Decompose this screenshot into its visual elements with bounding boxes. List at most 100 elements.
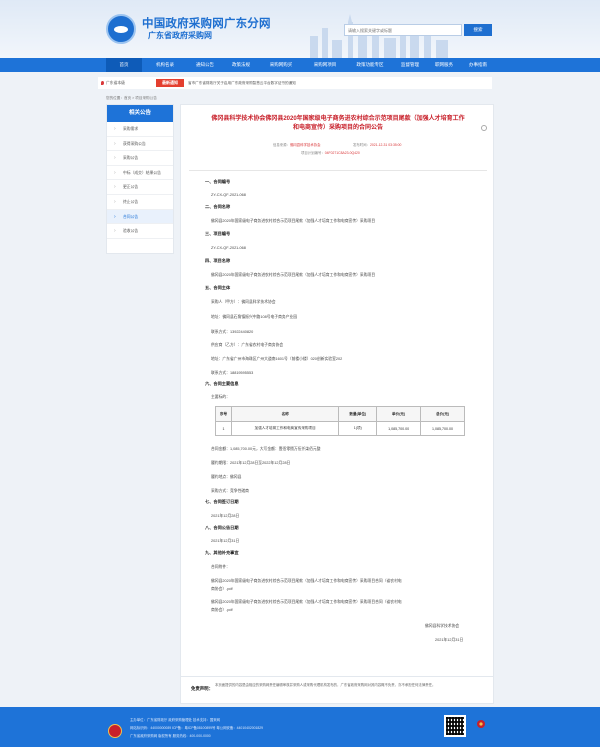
site-logo-icon[interactable] — [106, 14, 136, 44]
attachment-link[interactable]: 佛冈县2020年国家级电子商务进农村综合示范项目尾款（加强人才培育工作和电商宣传… — [211, 579, 402, 584]
chevron-right-icon: › — [114, 228, 116, 235]
contract-period: 履约期限：2021年12月28日至2022年12月28日 — [211, 461, 291, 465]
disclaimer: 免责声明： 本页面提供的内容是由相应的采购网责任编辑审核并采购人或采购代理机构发… — [180, 676, 494, 704]
section-heading: 八、合同公告日期 — [205, 525, 239, 530]
search-field[interactable] — [344, 24, 462, 36]
section-line: 2021年12月28日 — [211, 514, 240, 518]
search-button[interactable]: 搜索 — [464, 24, 492, 36]
sidebar-item-termination[interactable]: › 终止公告 — [107, 195, 173, 210]
section-heading: 三、项目编号 — [205, 231, 231, 236]
table-cell: 1,085,700.00 — [420, 421, 465, 436]
site-footer: 主办单位：广东省财政厅 政府采购管理处 技术支持：国采网 网站标识码：44000… — [0, 707, 600, 747]
chevron-right-icon: › — [114, 155, 116, 162]
table-header: 数量(单位) — [338, 406, 378, 422]
section-heading: 七、合同签订日期 — [205, 499, 239, 504]
sidebar-item-procurement[interactable]: › 采购公告 — [107, 151, 173, 166]
table-header: 总价(元) — [420, 406, 465, 422]
sidebar-title: 相关公告 — [107, 105, 173, 122]
disclaimer-text: 本页面提供的内容是由相应的采购网责任编辑审核并采购人或采购代理机构发布的，广东省… — [215, 683, 436, 687]
sidebar-item-result[interactable]: › 中标（成交）结果公告 — [107, 166, 173, 181]
section-heading: 一、合同编号 — [205, 179, 231, 184]
nav-item-agencies[interactable]: 机构名录 — [146, 58, 184, 72]
table-cell: 加强人才培育工作和电商宣传采购项目 — [230, 421, 340, 436]
table-header: 名称 — [230, 406, 340, 422]
sidebar-item-contract[interactable]: › 合同公告 — [107, 209, 173, 225]
latest-notice-badge: 最新通知 — [156, 79, 184, 87]
sidebar: 相关公告 › 采购需求 › 获得采购公告 › 采购公告 › 中标（成交）结果公告 › 更正… — [106, 104, 174, 254]
site-subtitle: 广东省政府采购网 — [148, 31, 212, 40]
footer-line: 主办单位：广东省财政厅 政府采购管理处 技术支持：国采网 — [130, 718, 221, 722]
chevron-right-icon: › — [114, 126, 116, 132]
qr-code-icon — [444, 715, 466, 737]
nav-item-supervision[interactable]: 监督管理 — [394, 58, 426, 72]
section-line: 佛冈县2020年国家级电子商务进农村综合示范项目尾款（加强人才培育工作和电商宣传… — [211, 219, 376, 223]
table-cell: 1 — [215, 421, 232, 436]
footer-line: 广东省政府采购网 版权所有 服务热线：400-000-0000 — [130, 734, 211, 738]
notice-bar: 广东省本级 最新通知 省市广东省财政厅关于启用广东政府采购智慧云平台数字证书的通… — [98, 77, 492, 89]
footer-line: 网站标识码：44000000089 ICP备：粤ICP备08100899号 粤公… — [130, 726, 264, 730]
section-line: 采购人（甲方）：佛冈县科学技术协会 — [211, 300, 276, 304]
nav-item-notices[interactable]: 通知公告 — [188, 58, 222, 72]
signature-org: 佛冈县科学技术协会 — [425, 624, 460, 628]
section-heading: 五、合同主体 — [205, 285, 231, 290]
table-cell: 1(项) — [338, 421, 378, 436]
section-line: 地址：佛冈县石角镇振兴中路108号电子商务产业园 — [211, 315, 298, 319]
nav-item-home[interactable]: 首页 — [106, 58, 142, 72]
sidebar-item-correction[interactable]: › 更正公告 — [107, 180, 173, 195]
nav-item-policy-zone[interactable]: 政策功能专区 — [348, 58, 392, 72]
table-cell: 1,085,700.00 — [376, 421, 422, 436]
nav-item-guide[interactable]: 办事指南 — [462, 58, 494, 72]
sidebar-item-demand[interactable]: › 采购需求 — [107, 122, 173, 137]
contract-place: 履约地点：佛冈县 — [211, 475, 242, 479]
contract-items-table: 序号 名称 数量(单位) 单价(元) 总价(元) 1 加强人才培育工作和电商宣传… — [215, 406, 465, 436]
sidebar-item-acceptance[interactable]: › 验收公告 — [107, 224, 173, 239]
chevron-right-icon: › — [114, 198, 116, 205]
attachment-link[interactable]: 佛冈县2020年国家级电子商务进农村综合示范项目尾款（加强人才培育工作和电商宣传… — [211, 600, 402, 605]
table-row: 1 加强人才培育工作和电商宣传采购项目 1(项) 1,085,700.00 1,… — [215, 421, 465, 436]
section-line: ZY-CX-QF-2021-068 — [211, 193, 246, 197]
section-line: 合同附件： — [211, 565, 230, 569]
gov-badge-icon[interactable] — [472, 719, 490, 739]
nav-item-projects[interactable]: 采购网项目 — [304, 58, 346, 72]
article-body: 一、合同编号 ZY-CX-QF-2021-068 二、合同名称 佛冈县2020年… — [181, 105, 495, 691]
section-heading: 九、其他补充事宜 — [205, 550, 239, 555]
table-header: 单价(元) — [376, 406, 422, 422]
chevron-right-icon: › — [114, 140, 116, 147]
region-selector[interactable]: 广东省本级 — [106, 77, 125, 89]
notice-link[interactable]: 省市广东省财政厅关于启用广东政府采购智慧云平台数字证书的通知 — [188, 77, 296, 89]
nav-item-policies[interactable]: 政策法规 — [224, 58, 258, 72]
section-line: 联系方式：18819595553 — [211, 371, 254, 375]
sidebar-item-intent[interactable]: › 获得采购公告 — [107, 137, 173, 152]
section-line: ZY-CX-QF-2021-068 — [211, 246, 246, 250]
location-pin-icon — [101, 81, 104, 85]
nav-item-services[interactable]: 职网服务 — [428, 58, 460, 72]
article-panel: 佛冈县科学技术协会 佛冈县2020年国家级电子商务进农村综合示范项目尾款（加强人才… — [180, 104, 494, 690]
section-line: 佛冈县2020年国家级电子商务进农村综合示范项目尾款（加强人才培育工作和电商宣传… — [211, 273, 376, 277]
search-input[interactable] — [345, 25, 461, 35]
main-nav: 首页 机构名录 通知公告 政策法规 采购网购买 采购网项目 政策功能专区 监督管… — [0, 58, 600, 72]
chevron-right-icon: › — [114, 184, 116, 191]
national-emblem-icon — [108, 724, 122, 738]
table-header-row: 序号 名称 数量(单位) 单价(元) 总价(元) — [215, 406, 465, 422]
nav-item-purchase[interactable]: 采购网购买 — [260, 58, 302, 72]
section-line: 供应商（乙方）：广东省农村电子商务协会 — [211, 343, 284, 347]
contract-method: 采购方式：竞争性磋商 — [211, 489, 249, 493]
signature-date: 2021年12月31日 — [435, 638, 464, 642]
attachment-link[interactable]: 商协会）.pdf — [211, 587, 233, 592]
section-heading: 六、合同主要信息 — [205, 381, 239, 386]
contract-amount: 合同金额：1,085,700.00元，大写金额：壹佰零捌万伍仟柒佰元整 — [211, 447, 321, 451]
site-title[interactable]: 中国政府采购网广东分网 — [142, 15, 271, 31]
disclaimer-label: 免责声明： — [191, 686, 213, 691]
table-header: 序号 — [215, 406, 232, 422]
chevron-right-icon: › — [114, 169, 116, 176]
attachment-link[interactable]: 商协会）.pdf — [211, 608, 233, 613]
section-line: 联系方式：13922440820 — [211, 330, 254, 334]
section-heading: 四、项目名称 — [205, 258, 231, 263]
section-line: 2021年12月31日 — [211, 539, 240, 543]
section-line: 主要标的： — [211, 395, 230, 399]
breadcrumb[interactable]: 您的位置：首页 > 项目采购公告 — [106, 96, 157, 101]
site-header: 中国政府采购网广东分网 广东省政府采购网 搜索 — [0, 0, 600, 58]
section-heading: 二、合同名称 — [205, 204, 231, 209]
city-skyline-icon — [310, 14, 448, 58]
chevron-right-icon: › — [114, 213, 116, 220]
